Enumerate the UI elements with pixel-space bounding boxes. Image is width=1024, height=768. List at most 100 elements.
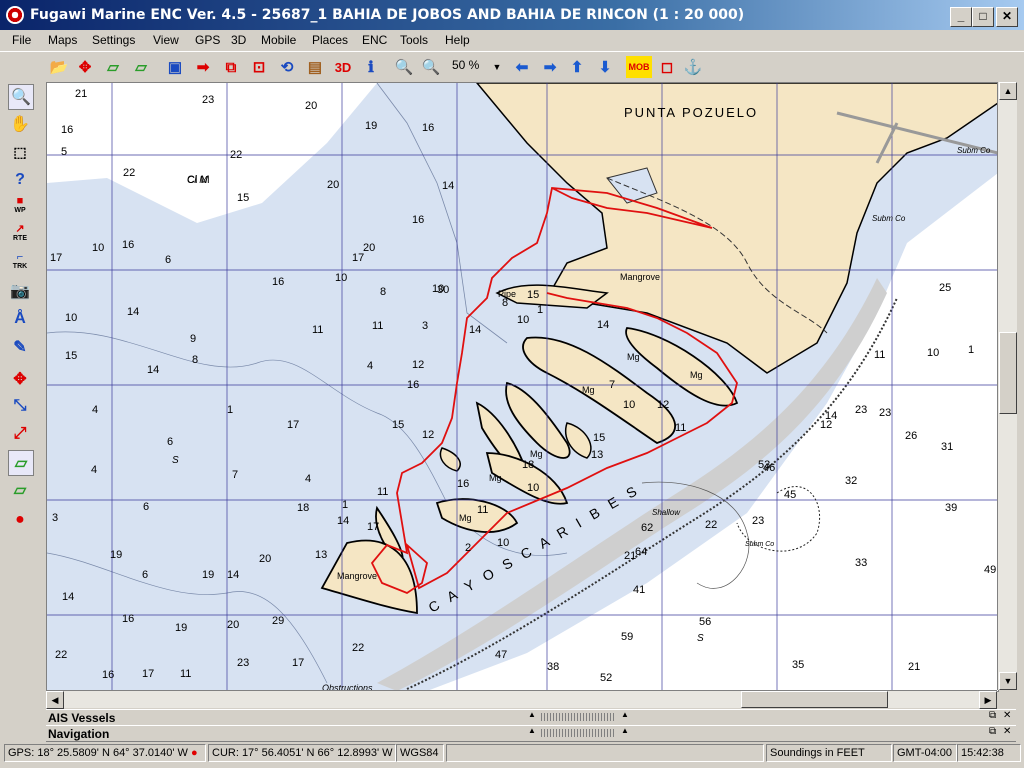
help-icon[interactable]: ? bbox=[8, 168, 32, 192]
menu-places[interactable]: Places bbox=[312, 33, 348, 47]
label-mg: Mg bbox=[690, 370, 703, 380]
route-edit-2-icon[interactable]: ⤢ bbox=[8, 422, 32, 446]
panel-close-icon[interactable]: ✕ bbox=[1003, 726, 1011, 737]
vertical-scroll-thumb[interactable] bbox=[999, 332, 1017, 414]
chart-view[interactable]: PUNTA POZUELO C A Y O S C A R I B E S Ma… bbox=[46, 82, 999, 692]
layers-icon[interactable]: ▱ bbox=[102, 56, 124, 78]
camera-icon[interactable]: 📷 bbox=[8, 279, 32, 303]
waypoint-icon[interactable]: ■ WP bbox=[8, 194, 32, 218]
horizontal-scrollbar[interactable]: ◀ ▶ bbox=[46, 690, 997, 709]
pen-icon[interactable]: ✎ bbox=[8, 335, 32, 359]
depth-sounding: 4 bbox=[367, 360, 373, 372]
arrow-right-icon[interactable]: ➡ bbox=[539, 56, 561, 78]
chart-image-icon[interactable]: ▤ bbox=[304, 56, 326, 78]
panel-expand-icon[interactable]: ▲ bbox=[621, 710, 629, 719]
panel-restore-icon[interactable]: ⧉ bbox=[989, 710, 996, 721]
label-s: S bbox=[172, 455, 179, 466]
layers-green-icon[interactable]: ▱ bbox=[130, 56, 152, 78]
panel-expand-icon[interactable]: ▲ bbox=[528, 710, 536, 719]
panel-expand-icon[interactable]: ▲ bbox=[621, 726, 629, 735]
chart-window-icon[interactable]: ▣ bbox=[164, 56, 186, 78]
title-bar: Fugawi Marine ENC Ver. 4.5 - 25687_1 BAH… bbox=[0, 0, 1024, 30]
scroll-up-icon[interactable]: ▲ bbox=[999, 82, 1017, 100]
chart-overlay-icon[interactable]: ⧉ bbox=[220, 56, 242, 78]
depth-sounding: 6 bbox=[143, 501, 149, 513]
track-icon[interactable]: ⌐ TRK bbox=[8, 250, 32, 274]
menu-file[interactable]: File bbox=[12, 33, 31, 47]
scroll-down-icon[interactable]: ▼ bbox=[999, 672, 1017, 690]
info-icon[interactable]: ℹ bbox=[360, 56, 382, 78]
hand-icon[interactable]: ✋ bbox=[8, 112, 32, 136]
depth-sounding: 19 bbox=[175, 622, 187, 634]
depth-sounding: 17 bbox=[292, 657, 304, 669]
chart-rotate-icon[interactable]: ⟲ bbox=[276, 56, 298, 78]
depth-sounding: 18 bbox=[297, 502, 309, 514]
depth-sounding: 11 bbox=[675, 422, 686, 434]
measure-icon[interactable]: Å bbox=[8, 307, 32, 331]
close-button[interactable]: ✕ bbox=[996, 7, 1018, 27]
depth-sounding: 31 bbox=[941, 441, 953, 453]
depth-sounding: 11 bbox=[180, 668, 191, 680]
app-logo-icon[interactable] bbox=[6, 6, 24, 24]
chart-arrow-icon[interactable]: ➡ bbox=[192, 56, 214, 78]
label-punta-pozuelo: PUNTA POZUELO bbox=[624, 105, 758, 120]
minimize-button[interactable]: _ bbox=[950, 7, 972, 27]
status-empty bbox=[446, 744, 764, 762]
depth-sounding: 49 bbox=[984, 564, 996, 576]
menu-3d[interactable]: 3D bbox=[231, 33, 246, 47]
zoom-in-icon[interactable]: 🔍 bbox=[420, 56, 442, 78]
menu-bar: File Maps Settings View GPS 3D Mobile Pl… bbox=[0, 30, 1024, 50]
ais-vessels-panel[interactable]: AIS Vessels ▲ ▲ ⧉ ✕ bbox=[46, 709, 1016, 726]
layer-tool-2-icon[interactable]: ▱ bbox=[8, 478, 32, 502]
depth-sounding: 10 bbox=[927, 347, 939, 359]
menu-maps[interactable]: Maps bbox=[48, 33, 77, 47]
menu-help[interactable]: Help bbox=[445, 33, 470, 47]
cross-move-icon[interactable]: ✥ bbox=[8, 367, 32, 391]
panel-grip[interactable] bbox=[541, 713, 616, 721]
zoom-out-icon[interactable]: 🔍 bbox=[393, 56, 415, 78]
menu-view[interactable]: View bbox=[153, 33, 179, 47]
trk-label: TRK bbox=[12, 263, 28, 270]
depth-sounding: 11 bbox=[874, 349, 885, 361]
select-rect-icon[interactable]: ⬚ bbox=[8, 140, 32, 164]
arrow-left-icon[interactable]: ⬅ bbox=[511, 56, 533, 78]
wp-label: WP bbox=[14, 207, 26, 214]
open-folder-icon[interactable]: 📂 bbox=[48, 56, 70, 78]
horizontal-scroll-thumb[interactable] bbox=[741, 691, 888, 708]
anchor-icon[interactable]: ⚓ bbox=[682, 56, 704, 78]
panel-expand-icon[interactable]: ▲ bbox=[528, 726, 536, 735]
route-edit-icon[interactable]: ⤡ bbox=[8, 394, 32, 418]
waypoint-flag-icon[interactable]: ◻ bbox=[656, 56, 678, 78]
menu-settings[interactable]: Settings bbox=[92, 33, 135, 47]
mob-icon[interactable]: MOB bbox=[626, 56, 652, 78]
menu-mobile[interactable]: Mobile bbox=[261, 33, 296, 47]
layer-tool-icon[interactable]: ▱ bbox=[8, 450, 34, 476]
maximize-button[interactable]: □ bbox=[972, 7, 994, 27]
nautical-chart[interactable]: PUNTA POZUELO C A Y O S C A R I B E S Ma… bbox=[47, 83, 998, 691]
label-mg: Mg bbox=[627, 352, 640, 362]
rte-label: RTE bbox=[13, 235, 27, 242]
3d-icon[interactable]: 3D bbox=[332, 56, 354, 78]
panel-grip[interactable] bbox=[541, 729, 616, 737]
chart-select-icon[interactable]: ⊡ bbox=[248, 56, 270, 78]
depth-sounding: 6 bbox=[142, 569, 148, 581]
record-icon[interactable]: ● bbox=[8, 508, 32, 532]
scroll-left-icon[interactable]: ◀ bbox=[46, 691, 64, 709]
zoom-tool-icon[interactable]: 🔍 bbox=[8, 84, 34, 110]
vertical-scrollbar[interactable]: ▲ ▼ bbox=[997, 82, 1017, 690]
menu-gps[interactable]: GPS bbox=[195, 33, 220, 47]
navigation-panel[interactable]: Navigation ▲ ▲ ⧉ ✕ bbox=[46, 725, 1016, 742]
depth-sounding: 8 bbox=[502, 297, 508, 309]
route-icon[interactable]: ↗ RTE bbox=[8, 222, 32, 246]
move-icon[interactable]: ✥ bbox=[74, 56, 96, 78]
zoom-level-select[interactable]: 50 % bbox=[452, 58, 479, 72]
panel-restore-icon[interactable]: ⧉ bbox=[989, 726, 996, 737]
scroll-right-icon[interactable]: ▶ bbox=[979, 691, 997, 709]
menu-tools[interactable]: Tools bbox=[400, 33, 428, 47]
zoom-dropdown-icon[interactable]: ▼ bbox=[486, 56, 508, 78]
panel-close-icon[interactable]: ✕ bbox=[1003, 710, 1011, 721]
menu-enc[interactable]: ENC bbox=[362, 33, 387, 47]
arrow-up-icon[interactable]: ⬆ bbox=[566, 56, 588, 78]
arrow-down-icon[interactable]: ⬇ bbox=[594, 56, 616, 78]
depth-sounding: 19 bbox=[110, 549, 122, 561]
